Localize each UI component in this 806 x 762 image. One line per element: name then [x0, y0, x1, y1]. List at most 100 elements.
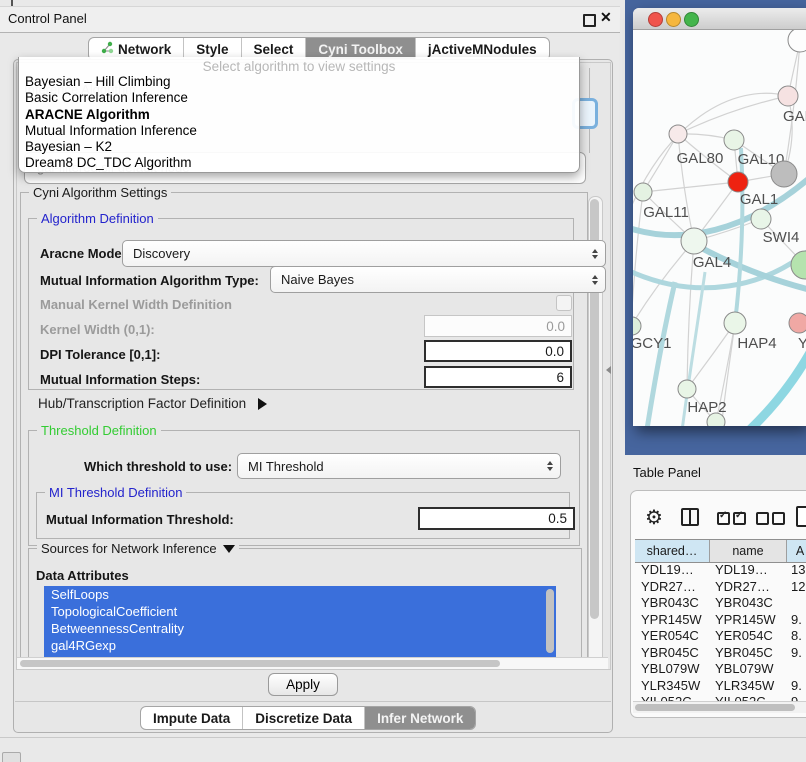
- attribute-list-item[interactable]: gal4RGexp: [44, 637, 556, 654]
- network-edge: [643, 282, 675, 426]
- table-cell: YBR043C: [641, 595, 699, 612]
- table-cell: YDL19…: [641, 562, 694, 579]
- control-panel-title: Control Panel: [8, 11, 87, 26]
- which-threshold-combobox[interactable]: MI Threshold: [237, 453, 561, 479]
- network-node-y[interactable]: [789, 313, 806, 333]
- network-node-gcy1[interactable]: [633, 317, 641, 335]
- table-rows: YDL19…YDL19…13YDR27…YDR27…12YBR043CYBR04…: [635, 562, 806, 701]
- dropdown-item[interactable]: ARACNE Algorithm: [19, 107, 579, 123]
- tab-label: Style: [196, 42, 228, 57]
- dropdown-item[interactable]: Bayesian – Hill Climbing: [19, 74, 579, 90]
- cyni-algorithm-settings-title: Cyni Algorithm Settings: [29, 185, 171, 200]
- network-node-gal1[interactable]: [728, 172, 748, 192]
- mi-type-label: Mutual Information Algorithm Type:: [40, 273, 259, 288]
- close-icon[interactable]: ✕: [600, 9, 612, 26]
- gear-icon[interactable]: ⚙: [645, 505, 663, 530]
- network-node-hap4[interactable]: [724, 312, 746, 334]
- mi-steps-label: Mutual Information Steps:: [40, 372, 200, 387]
- mac-minimize-button[interactable]: [666, 12, 681, 27]
- table-horizontal-scrollbar-thumb[interactable]: [635, 704, 795, 711]
- kernel-width-field[interactable]: 0.0: [424, 315, 572, 337]
- table-column-header[interactable]: name: [710, 540, 787, 562]
- network-node-hap2[interactable]: [678, 380, 696, 398]
- table-cell: YDL19…: [715, 562, 768, 579]
- clear-checkboxes-icon[interactable]: [756, 512, 788, 528]
- aracne-mode-combobox[interactable]: Discovery: [122, 240, 606, 267]
- table-row[interactable]: YDL19…YDL19…13: [635, 562, 806, 579]
- network-node-gal4[interactable]: [681, 228, 707, 254]
- sources-title: Sources for Network Inference: [41, 541, 217, 556]
- mi-type-combobox[interactable]: Naive Bayes: [270, 266, 606, 293]
- table-cell: 9.: [791, 612, 802, 629]
- attribute-list-item[interactable]: SelfLoops: [44, 586, 556, 603]
- dropdown-placeholder: Select algorithm to view settings: [19, 57, 579, 74]
- attributes-list-scrollbar-thumb[interactable]: [546, 589, 554, 653]
- attribute-list-item[interactable]: TopologicalCoefficient: [44, 603, 556, 620]
- tab-label: Impute Data: [153, 711, 230, 726]
- apply-button[interactable]: Apply: [268, 673, 338, 696]
- table-row[interactable]: YDR27…YDR27…12: [635, 579, 806, 596]
- dpi-tolerance-label: DPI Tolerance [0,1]:: [40, 347, 160, 362]
- mi-steps-field[interactable]: 6: [424, 366, 572, 388]
- table-cell: YIL052C: [641, 694, 692, 701]
- dpi-tolerance-field[interactable]: 0.0: [424, 340, 572, 362]
- network-node-gal[interactable]: [778, 86, 798, 106]
- settings-horizontal-scrollbar[interactable]: [17, 657, 608, 669]
- float-window-icon[interactable]: [583, 14, 596, 27]
- dropdown-item[interactable]: Mutual Information Inference: [19, 123, 579, 139]
- table-cell: YDR27…: [641, 579, 696, 596]
- select-all-checkboxes-icon[interactable]: ✓✓: [717, 512, 749, 528]
- network-node-gal80[interactable]: [669, 125, 687, 143]
- data-attributes-list[interactable]: SelfLoopsTopologicalCoefficientBetweenne…: [44, 586, 556, 658]
- dropdown-item[interactable]: Basic Correlation Inference: [19, 90, 579, 106]
- table-cell: YBL079W: [715, 661, 774, 678]
- splitter-collapse-icon[interactable]: [606, 366, 611, 374]
- table-row[interactable]: YER054CYER054C8.: [635, 628, 806, 645]
- mac-zoom-button[interactable]: [684, 12, 699, 27]
- table-row[interactable]: YBR045CYBR045C9.: [635, 645, 806, 662]
- application-root: Control Panel ✕ NetworkStyleSelectCyni T…: [0, 0, 806, 762]
- dropdown-item[interactable]: Dream8 DC_TDC Algorithm: [19, 155, 579, 171]
- hub-tf-definition-toggle[interactable]: Hub/Transcription Factor Definition: [38, 396, 267, 411]
- bottom-corner-button[interactable]: [2, 752, 21, 762]
- table-cell: YLR345W: [715, 678, 774, 695]
- table-cell: YPR145W: [641, 612, 702, 629]
- network-node[interactable]: [771, 161, 797, 187]
- bottom-tab-impute-data[interactable]: Impute Data: [141, 707, 243, 729]
- table-cell: YBR045C: [715, 645, 773, 662]
- table-column-header[interactable]: A: [787, 540, 806, 562]
- table-column-header[interactable]: shared…: [635, 540, 710, 562]
- mi-threshold-label: Mutual Information Threshold:: [46, 512, 234, 527]
- table-cell: 12: [791, 579, 805, 596]
- sources-title-wrap[interactable]: Sources for Network Inference: [37, 541, 239, 556]
- bottom-tab-infer-network[interactable]: Infer Network: [365, 707, 475, 729]
- table-cell: YIL052C: [715, 694, 766, 701]
- table-row[interactable]: YIL052CYIL052C9.: [635, 694, 806, 701]
- network-node-label: GAL: [783, 108, 806, 125]
- table-row[interactable]: YLR345WYLR345W9.: [635, 678, 806, 695]
- table-row[interactable]: YBR043CYBR043C: [635, 595, 806, 612]
- network-node-swi4[interactable]: [751, 209, 771, 229]
- bottom-tab-discretize-data[interactable]: Discretize Data: [243, 707, 365, 729]
- network-node-gal10[interactable]: [724, 130, 744, 150]
- document-icon[interactable]: [796, 506, 806, 527]
- table-cell: 9.: [791, 645, 802, 662]
- network-node-gal11[interactable]: [634, 183, 652, 201]
- network-window-titlebar[interactable]: [633, 8, 806, 30]
- table-horizontal-scrollbar[interactable]: [633, 701, 806, 713]
- algorithm-dropdown: Select algorithm to view settings Bayesi…: [18, 57, 580, 173]
- network-edge: [643, 134, 678, 192]
- manual-kernel-checkbox[interactable]: [556, 295, 572, 311]
- attribute-list-item[interactable]: BetweennessCentrality: [44, 620, 556, 637]
- dropdown-item[interactable]: Bayesian – K2: [19, 139, 579, 155]
- network-canvas[interactable]: GAL80GAL10GAL1GAL11SWI4GAL4GALGCY1HAP4YH…: [633, 30, 806, 426]
- network-node[interactable]: [707, 413, 725, 426]
- columns-icon[interactable]: [681, 508, 699, 526]
- table-row[interactable]: YBL079WYBL079W: [635, 661, 806, 678]
- table-row[interactable]: YPR145WYPR145W9.: [635, 612, 806, 629]
- settings-horizontal-scrollbar-thumb[interactable]: [20, 660, 500, 667]
- mi-threshold-field[interactable]: 0.5: [418, 507, 575, 530]
- network-node[interactable]: [788, 30, 806, 52]
- network-node[interactable]: [791, 251, 806, 279]
- mac-close-button[interactable]: [648, 12, 663, 27]
